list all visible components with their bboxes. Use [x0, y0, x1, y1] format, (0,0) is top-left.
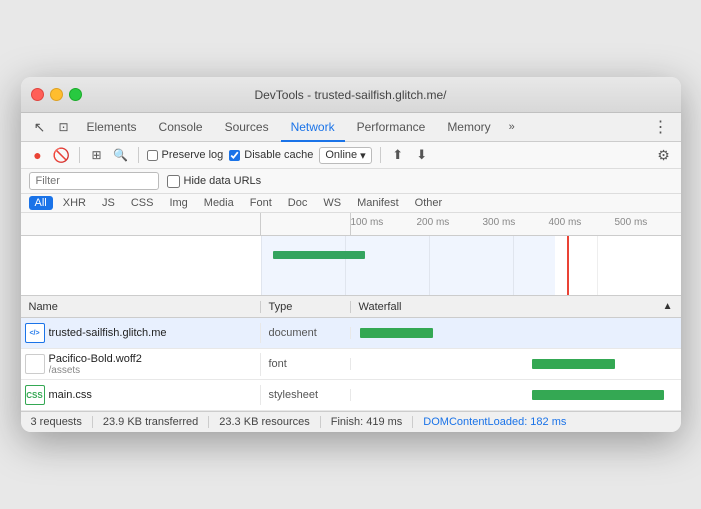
status-finish: Finish: 419 ms: [321, 416, 414, 428]
header-waterfall[interactable]: Waterfall ▲: [351, 301, 681, 313]
filter-icon[interactable]: ⊞: [88, 146, 106, 164]
timeline-finish-marker: [567, 236, 569, 295]
header-name[interactable]: Name: [21, 301, 261, 313]
tick-300ms: 300 ms: [483, 217, 516, 228]
traffic-lights: [31, 88, 82, 101]
hide-urls-label[interactable]: Hide data URLs: [167, 175, 262, 188]
controls-row: ● 🚫 ⊞ 🔍 Preserve log Disable cache Onlin…: [21, 142, 681, 169]
separator-2: [138, 147, 139, 163]
tab-network[interactable]: Network: [281, 114, 345, 142]
tick-400ms: 400 ms: [549, 217, 582, 228]
preserve-log-checkbox[interactable]: [147, 150, 158, 161]
table-row[interactable]: Pacifico-Bold.woff2 /assets font: [21, 349, 681, 380]
titlebar: DevTools - trusted-sailfish.glitch.me/: [21, 77, 681, 113]
file-icon-html: </>: [25, 323, 45, 343]
disable-cache-checkbox[interactable]: [229, 150, 240, 161]
filepath-1: /assets: [49, 365, 142, 376]
table-body: </> trusted-sailfish.glitch.me document …: [21, 318, 681, 411]
waterfall-scale: 100 ms 200 ms 300 ms 400 ms 500 ms: [351, 213, 681, 235]
preserve-log-label[interactable]: Preserve log: [147, 149, 224, 161]
minimize-button[interactable]: [50, 88, 63, 101]
file-icon-css: CSS: [25, 385, 45, 405]
filter-row: Hide data URLs: [21, 169, 681, 194]
close-button[interactable]: [31, 88, 44, 101]
waterfall-bar-font: [532, 359, 615, 369]
type-btn-xhr[interactable]: XHR: [57, 196, 92, 210]
type-btn-media[interactable]: Media: [198, 196, 240, 210]
type-btn-doc[interactable]: Doc: [282, 196, 314, 210]
type-btn-css[interactable]: CSS: [125, 196, 160, 210]
type-btn-js[interactable]: JS: [96, 196, 121, 210]
cell-name-2: CSS main.css: [21, 385, 261, 405]
tick-200ms: 200 ms: [417, 217, 450, 228]
filter-input[interactable]: [29, 172, 159, 190]
throttle-select[interactable]: Online ▾: [319, 147, 371, 164]
filename-2: main.css: [49, 389, 92, 401]
nav-tabs: ↖ ⊡ Elements Console Sources Network Per…: [21, 113, 681, 142]
tab-performance[interactable]: Performance: [347, 114, 436, 142]
tick-100ms: 100 ms: [351, 217, 384, 228]
tab-elements[interactable]: Elements: [77, 114, 147, 142]
record-button[interactable]: ●: [29, 146, 47, 164]
settings-button[interactable]: ⚙: [655, 146, 673, 164]
header-type[interactable]: Type: [261, 301, 351, 313]
tabs-more-button[interactable]: »: [503, 117, 521, 137]
tab-console[interactable]: Console: [149, 114, 213, 142]
inspect-icon[interactable]: ↖: [29, 116, 51, 138]
timeline-grid: [261, 236, 681, 295]
cell-type-2: stylesheet: [261, 389, 351, 401]
timeline-chart: [21, 236, 681, 296]
status-requests: 3 requests: [31, 416, 93, 428]
disable-cache-label[interactable]: Disable cache: [229, 149, 313, 161]
import-button[interactable]: ⬆: [389, 146, 407, 164]
waterfall-bar-css: [532, 390, 664, 400]
search-icon[interactable]: 🔍: [112, 146, 130, 164]
type-btn-all[interactable]: All: [29, 196, 53, 210]
waterfall-bar-document: [360, 328, 433, 338]
hide-urls-checkbox[interactable]: [167, 175, 180, 188]
cell-name-0: </> trusted-sailfish.glitch.me: [21, 323, 261, 343]
filename-1: Pacifico-Bold.woff2: [49, 353, 142, 365]
type-btn-other[interactable]: Other: [409, 196, 449, 210]
type-btn-manifest[interactable]: Manifest: [351, 196, 405, 210]
table-row[interactable]: </> trusted-sailfish.glitch.me document: [21, 318, 681, 349]
cell-waterfall-0: [351, 318, 681, 348]
devtools-menu-button[interactable]: ⋮: [649, 113, 673, 141]
status-dom-loaded: DOMContentLoaded: 182 ms: [413, 416, 576, 428]
file-icon-font: [25, 354, 45, 374]
separator-1: [79, 147, 80, 163]
status-transferred: 23.9 KB transferred: [93, 416, 209, 428]
sort-arrow-icon: ▲: [663, 301, 673, 312]
status-resources: 23.3 KB resources: [209, 416, 321, 428]
cell-type-0: document: [261, 327, 351, 339]
status-bar: 3 requests 23.9 KB transferred 23.3 KB r…: [21, 411, 681, 432]
tab-sources[interactable]: Sources: [215, 114, 279, 142]
separator-3: [380, 147, 381, 163]
tick-500ms: 500 ms: [615, 217, 648, 228]
cell-name-1: Pacifico-Bold.woff2 /assets: [21, 353, 261, 376]
clear-button[interactable]: 🚫: [53, 146, 71, 164]
device-icon[interactable]: ⊡: [53, 116, 75, 138]
filename-0: trusted-sailfish.glitch.me: [49, 327, 167, 339]
export-button[interactable]: ⬇: [413, 146, 431, 164]
titlebar-title: DevTools - trusted-sailfish.glitch.me/: [254, 88, 446, 102]
cell-waterfall-2: [351, 380, 681, 410]
maximize-button[interactable]: [69, 88, 82, 101]
table-header: Name Type Waterfall ▲: [21, 296, 681, 318]
devtools-window: DevTools - trusted-sailfish.glitch.me/ ↖…: [21, 77, 681, 432]
type-btn-ws[interactable]: WS: [317, 196, 347, 210]
cell-waterfall-1: [351, 349, 681, 379]
type-filter-bar: All XHR JS CSS Img Media Font Doc WS Man…: [21, 194, 681, 213]
timeline-highlight: [261, 236, 555, 295]
type-btn-font[interactable]: Font: [244, 196, 278, 210]
table-row[interactable]: CSS main.css stylesheet: [21, 380, 681, 411]
type-btn-img[interactable]: Img: [163, 196, 193, 210]
cell-type-1: font: [261, 358, 351, 370]
tab-memory[interactable]: Memory: [437, 114, 500, 142]
